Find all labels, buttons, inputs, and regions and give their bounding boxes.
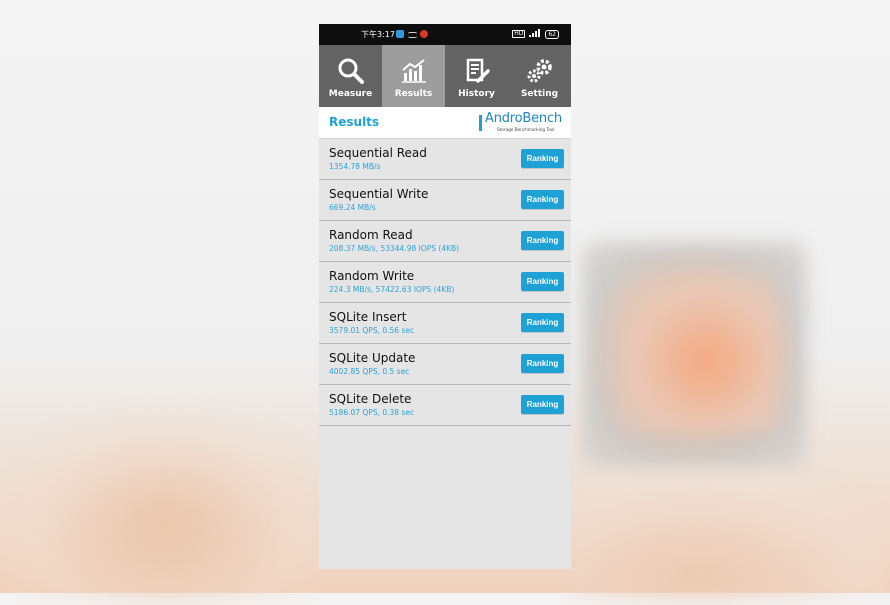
list-item: Random Write 224.3 MB/s, 57422.63 IOPS (… <box>319 262 571 303</box>
list-item: SQLite Insert 3579.01 QPS, 0.56 sec Rank… <box>319 303 571 344</box>
result-value: 5186.07 QPS, 0.38 sec <box>329 408 415 417</box>
ranking-button[interactable]: Ranking <box>521 354 564 373</box>
tab-setting[interactable]: Setting <box>508 45 571 107</box>
logo-tagline: Storage Benchmarking Tool <box>497 127 555 132</box>
battery-indicator: 62 <box>545 29 559 39</box>
results-list: Sequential Read 1354.78 MB/s Ranking Seq… <box>319 139 571 426</box>
tab-history-label: History <box>458 89 495 99</box>
tab-setting-label: Setting <box>520 89 559 99</box>
background-blur-left <box>0 405 330 605</box>
result-value: 4002.85 QPS, 0.5 sec <box>329 367 410 376</box>
notification-app-icon <box>396 30 404 38</box>
result-name: SQLite Delete <box>329 392 412 406</box>
ranking-button[interactable]: Ranking <box>521 313 564 332</box>
result-name: Random Read <box>329 228 413 242</box>
tab-results[interactable]: Results <box>382 45 445 107</box>
document-pencil-icon <box>466 58 490 83</box>
result-value: 224.3 MB/s, 57422.63 IOPS (4KB) <box>329 285 455 294</box>
result-value: 669.24 MB/s <box>329 203 376 212</box>
gears-icon <box>527 59 552 83</box>
ranking-button[interactable]: Ranking <box>521 149 564 168</box>
list-item: Sequential Read 1354.78 MB/s Ranking <box>319 139 571 180</box>
list-item: Random Read 208.37 MB/s, 53344.98 IOPS (… <box>319 221 571 262</box>
tab-measure-label: Measure <box>328 89 373 99</box>
results-header: Results AndroBench Storage Benchmarking … <box>319 107 571 139</box>
chart-icon <box>401 59 426 83</box>
androbench-logo: AndroBench Storage Benchmarking Tool <box>479 111 562 133</box>
notification-alert-icon <box>420 30 428 38</box>
background-blur-right <box>570 470 890 600</box>
list-item: SQLite Update 4002.85 QPS, 0.5 sec Ranki… <box>319 344 571 385</box>
signal-icon <box>529 29 541 39</box>
result-name: Sequential Write <box>329 187 429 201</box>
phone-screen: 下午3:17 HD 62 Measure Results History Set… <box>319 24 571 569</box>
notification-wave-icon <box>408 32 417 38</box>
result-name: SQLite Insert <box>329 310 407 324</box>
tab-bar: Measure Results History Setting <box>319 45 571 107</box>
tab-results-label: Results <box>394 89 433 99</box>
status-time: 下午3:17 <box>361 30 395 39</box>
result-name: Random Write <box>329 269 415 283</box>
tab-history[interactable]: History <box>445 45 508 107</box>
list-item: SQLite Delete 5186.07 QPS, 0.38 sec Rank… <box>319 385 571 426</box>
status-bar: 下午3:17 HD 62 <box>319 24 571 45</box>
page-title: Results <box>329 115 380 129</box>
result-value: 3579.01 QPS, 0.56 sec <box>329 326 415 335</box>
status-right-group: HD 62 <box>512 29 559 39</box>
tab-measure[interactable]: Measure <box>319 45 382 107</box>
hd-icon: HD <box>512 30 526 38</box>
result-name: Sequential Read <box>329 146 427 160</box>
list-item: Sequential Write 669.24 MB/s Ranking <box>319 180 571 221</box>
result-value: 1354.78 MB/s <box>329 162 381 171</box>
ranking-button[interactable]: Ranking <box>521 190 564 209</box>
result-value: 208.37 MB/s, 53344.98 IOPS (4KB) <box>329 244 460 253</box>
magnifier-icon <box>338 58 364 84</box>
background-device-glow <box>618 276 778 431</box>
ranking-button[interactable]: Ranking <box>521 231 564 250</box>
ranking-button[interactable]: Ranking <box>521 272 564 291</box>
ranking-button[interactable]: Ranking <box>521 395 564 414</box>
logo-bar <box>479 115 482 131</box>
logo-text: AndroBench <box>485 111 562 126</box>
result-name: SQLite Update <box>329 351 416 365</box>
